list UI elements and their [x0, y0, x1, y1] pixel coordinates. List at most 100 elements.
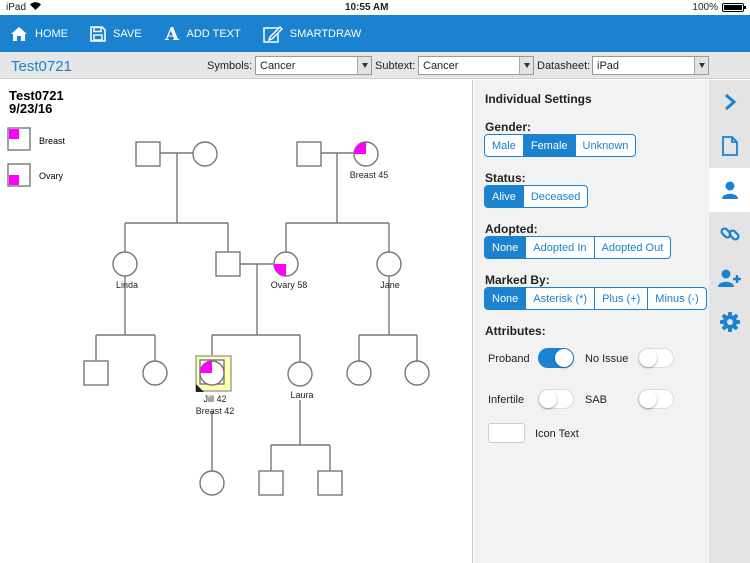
adopted-option-out[interactable]: Adopted Out [595, 237, 671, 258]
adopted-segmented-control: None Adopted In Adopted Out [484, 236, 672, 259]
subtext-label: Subtext: [375, 60, 416, 72]
ovary-quadrant [9, 175, 19, 185]
svg-text:A: A [164, 25, 180, 42]
chevron-right-icon [724, 93, 736, 111]
grandfather-right[interactable] [296, 141, 322, 167]
document-icon [721, 136, 738, 156]
label-jill-name: Jill 42 [203, 394, 226, 404]
jane-daughter-1[interactable] [346, 360, 372, 386]
add-person-icon [717, 269, 741, 287]
grandfather-left[interactable] [135, 141, 161, 167]
subtext-select[interactable]: Cancer [418, 56, 534, 75]
jane[interactable] [376, 251, 402, 277]
home-button[interactable]: HOME [10, 26, 68, 42]
toggle-knob [539, 390, 557, 408]
individual-settings-panel: Individual Settings Gender: Male Female … [474, 80, 709, 563]
gender-option-male[interactable]: Male [485, 135, 524, 156]
datasheet-select[interactable]: iPad [592, 56, 709, 75]
pedigree-date: 9/23/16 [9, 101, 52, 116]
legend: Breast Ovary [7, 127, 66, 187]
adopted-option-none[interactable]: None [485, 237, 527, 258]
text-icon: A [164, 25, 180, 42]
document-button[interactable] [709, 124, 750, 168]
symbols-label: Symbols: [207, 60, 253, 72]
device-label: iPad [6, 2, 27, 13]
panel-title: Individual Settings [485, 92, 592, 106]
subheader: Test0721 Symbols: Cancer Subtext: Cancer… [0, 52, 750, 79]
status-option-deceased[interactable]: Deceased [524, 186, 588, 207]
breast-quadrant [354, 142, 366, 154]
chevron-down-icon [694, 57, 708, 74]
marked-option-asterisk[interactable]: Asterisk (*) [526, 288, 596, 309]
linda[interactable] [112, 251, 138, 277]
infertile-toggle[interactable] [538, 389, 574, 409]
proband-label: Proband [488, 353, 530, 365]
chevron-down-icon [519, 57, 533, 74]
pencil-icon [262, 25, 283, 43]
adopted-option-in[interactable]: Adopted In [526, 237, 595, 258]
gender-label: Gender: [485, 120, 532, 134]
marked-option-plus[interactable]: Plus (+) [595, 288, 649, 309]
grandmother-left[interactable] [192, 141, 218, 167]
linda-daughter[interactable] [142, 360, 168, 386]
gear-icon [719, 312, 740, 332]
save-label: SAVE [113, 27, 142, 40]
smartdraw-button[interactable]: SMARTDRAW [262, 25, 362, 43]
pedigree-diagram[interactable]: Test0721 9/23/16 Breast Ovary Breast 45 … [0, 80, 473, 563]
label-mother: Ovary 58 [271, 280, 308, 290]
symbols-value: Cancer [260, 59, 296, 72]
proband-toggle[interactable] [538, 348, 574, 368]
toggle-knob [639, 390, 657, 408]
symbols-select[interactable]: Cancer [255, 56, 372, 75]
add-text-button[interactable]: A ADD TEXT [164, 25, 241, 42]
legend-label-breast: Breast [39, 136, 66, 146]
status-label: Status: [485, 171, 526, 185]
icon-text-label: Icon Text [535, 428, 579, 440]
laura[interactable] [287, 361, 313, 387]
breast-quadrant [9, 129, 19, 139]
relationship-lines [95, 152, 418, 471]
link-icon [719, 227, 740, 241]
jill-child[interactable] [199, 470, 225, 496]
chevron-down-icon [357, 57, 371, 74]
marked-option-none[interactable]: None [485, 288, 527, 309]
battery-percent: 100% [692, 2, 718, 13]
smartdraw-label: SMARTDRAW [289, 27, 362, 40]
home-icon [11, 26, 27, 41]
infertile-label: Infertile [488, 394, 525, 406]
gender-option-unknown[interactable]: Unknown [576, 135, 636, 156]
icon-text-input[interactable] [488, 423, 525, 443]
document-title[interactable]: Test0721 [11, 58, 72, 75]
save-button[interactable]: SAVE [90, 25, 142, 42]
add-person-button[interactable] [709, 256, 750, 300]
toggle-knob [555, 349, 573, 367]
gender-option-female[interactable]: Female [523, 135, 576, 156]
ovary-quadrant [274, 264, 286, 276]
linda-son[interactable] [83, 360, 109, 386]
marked-by-segmented-control: None Asterisk (*) Plus (+) Minus (-) [484, 287, 707, 310]
marked-by-label: Marked By: [485, 273, 550, 287]
marked-option-minus[interactable]: Minus (-) [648, 288, 705, 309]
toolbar: HOME SAVE A ADD TEXT SMARTDRAW [0, 15, 750, 52]
person-icon [721, 181, 738, 199]
status-option-alive[interactable]: Alive [485, 186, 524, 207]
jane-daughter-2[interactable] [404, 360, 430, 386]
laura-son-2[interactable] [317, 470, 343, 496]
collapse-panel-button[interactable] [709, 80, 750, 124]
no-issue-toggle[interactable] [638, 348, 674, 368]
adopted-label: Adopted: [485, 222, 538, 236]
relationship-button[interactable] [709, 212, 750, 256]
battery-icon [721, 3, 746, 12]
father[interactable] [215, 251, 241, 277]
datasheet-value: iPad [597, 59, 620, 72]
home-label: HOME [35, 27, 68, 40]
datasheet-label: Datasheet: [537, 60, 591, 72]
laura-son-1[interactable] [258, 470, 284, 496]
label-linda: Linda [116, 280, 138, 290]
wifi-icon [30, 2, 42, 13]
pedigree-canvas[interactable]: Test0721 9/23/16 Breast Ovary Breast 45 … [0, 80, 473, 563]
settings-button[interactable] [709, 300, 750, 344]
individual-button[interactable] [709, 168, 750, 212]
sab-toggle[interactable] [638, 389, 674, 409]
no-issue-label: No Issue [585, 353, 629, 365]
